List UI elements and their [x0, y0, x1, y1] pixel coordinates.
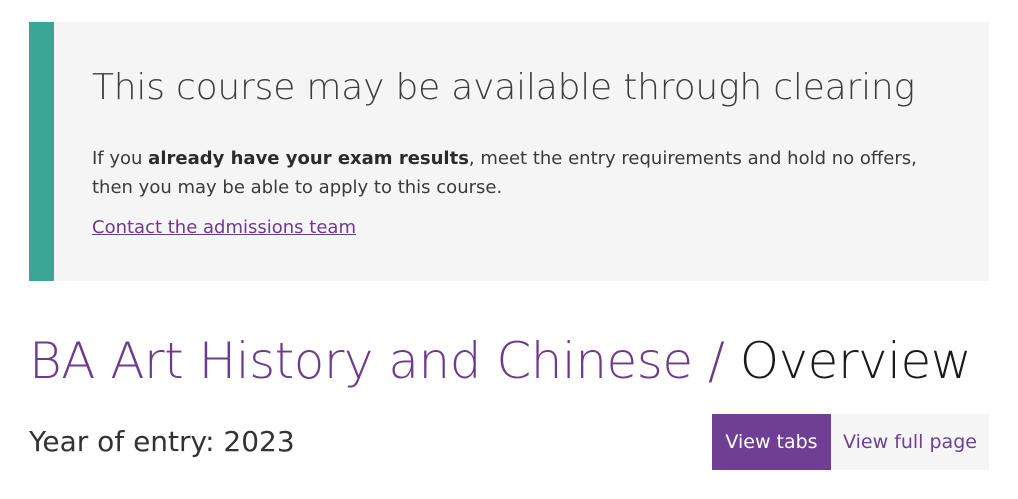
view-mode-toggle: View tabs View full page — [712, 414, 989, 470]
year-of-entry: Year of entry: 2023 — [29, 425, 295, 458]
contact-admissions-link[interactable]: Contact the admissions team — [92, 215, 356, 241]
clearing-description: If you already have your exam results, m… — [92, 144, 952, 202]
view-full-page-button[interactable]: View full page — [831, 414, 989, 470]
section-name: Overview — [739, 332, 972, 390]
title-separator: / — [692, 332, 740, 390]
clearing-notice: This course may be available through cle… — [29, 22, 989, 281]
clearing-heading: This course may be available through cle… — [92, 67, 915, 108]
clearing-accent-bar — [29, 22, 54, 281]
clearing-text-prefix: If you — [92, 148, 149, 169]
page-title: BA Art History and Chinese / Overview — [29, 330, 972, 392]
clearing-text-bold: already have your exam results — [148, 148, 469, 169]
view-tabs-button[interactable]: View tabs — [712, 414, 831, 470]
course-name: BA Art History and Chinese — [29, 332, 693, 390]
